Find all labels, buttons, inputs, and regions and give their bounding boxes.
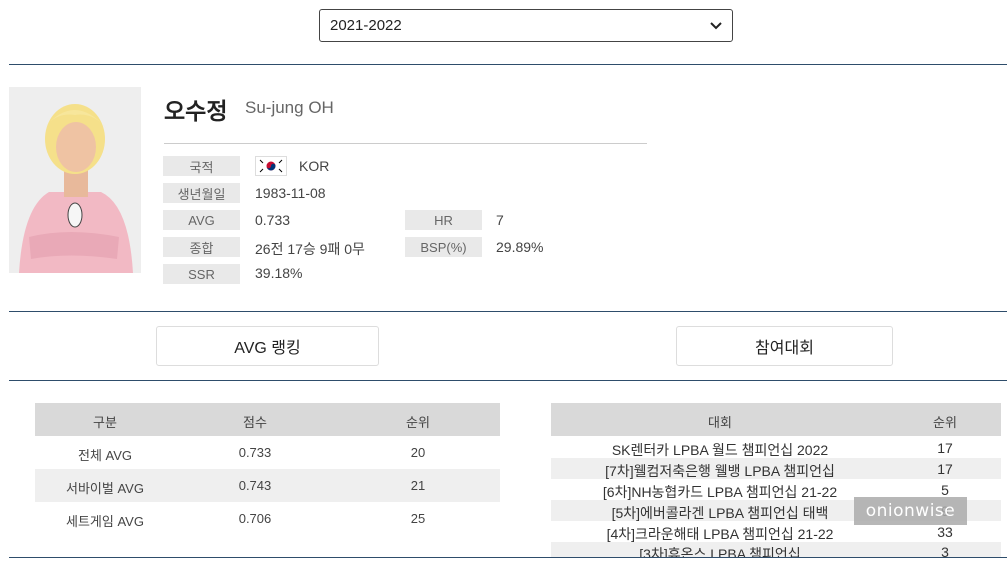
rank-cell: 17 bbox=[937, 461, 953, 477]
rank-cell: 3 bbox=[941, 544, 949, 557]
season-select-value: 2021-2022 bbox=[330, 17, 402, 34]
player-photo bbox=[9, 87, 141, 273]
rank-cell: 33 bbox=[937, 524, 953, 540]
season-select[interactable]: 2021-2022 bbox=[319, 9, 733, 42]
category-cell: 세트게임 AVG bbox=[66, 514, 144, 529]
bsp-label: BSP(%) bbox=[405, 237, 482, 257]
table-row[interactable]: SK렌터카 LPBA 월드 챔피언십 2022 17 bbox=[551, 437, 1001, 458]
table-row: 서바이벌 AVG 0.743 21 bbox=[35, 469, 500, 502]
nationality-value: KOR bbox=[299, 158, 330, 174]
table-row[interactable]: [3차]휴온스 LPBA 챔피언십 3 bbox=[551, 542, 1001, 557]
column-header: 순위 bbox=[406, 415, 430, 430]
divider bbox=[9, 64, 1007, 65]
rank-cell: 21 bbox=[410, 478, 426, 493]
rank-cell: 25 bbox=[410, 511, 426, 526]
column-header: 구분 bbox=[93, 415, 117, 430]
category-cell: 전체 AVG bbox=[77, 448, 133, 463]
watermark-logo: onionwise bbox=[854, 497, 967, 525]
rank-cell: 5 bbox=[941, 482, 949, 498]
hr-value: 7 bbox=[496, 212, 504, 228]
chevron-down-icon bbox=[710, 21, 722, 29]
divider bbox=[9, 380, 1007, 381]
divider bbox=[9, 311, 1007, 312]
bsp-value: 29.89% bbox=[496, 239, 544, 255]
table-header: 대회 순위 bbox=[551, 403, 1001, 436]
name-divider bbox=[164, 143, 647, 144]
birthdate-label: 생년월일 bbox=[163, 183, 240, 203]
tournaments-button[interactable]: 참여대회 bbox=[676, 326, 893, 366]
ssr-label: SSR bbox=[163, 264, 240, 284]
score-cell: 0.743 bbox=[238, 478, 272, 493]
tournament-name-cell: [4차]크라운해태 LPBA 챔피언십 21-22 bbox=[606, 526, 834, 542]
player-name-english: Su-jung OH bbox=[245, 98, 334, 117]
player-name-korean: 오수정 bbox=[164, 98, 228, 124]
rank-cell: 20 bbox=[410, 445, 426, 460]
south-korea-flag-icon bbox=[255, 156, 287, 176]
column-header: 순위 bbox=[933, 415, 957, 430]
hr-label: HR bbox=[405, 210, 482, 230]
score-cell: 0.733 bbox=[238, 445, 272, 460]
birthdate-value: 1983-11-08 bbox=[255, 185, 326, 201]
avg-value: 0.733 bbox=[255, 212, 291, 228]
tournament-name-cell: SK렌터카 LPBA 월드 챔피언십 2022 bbox=[611, 442, 829, 458]
nationality-label: 국적 bbox=[163, 156, 240, 176]
tournament-name-cell: [6차]NH농협카드 LPBA 챔피언십 21-22 bbox=[602, 484, 838, 500]
column-header: 점수 bbox=[243, 415, 267, 430]
table-row[interactable]: [7차]웰컴저축은행 웰뱅 LPBA 챔피언십 17 bbox=[551, 458, 1001, 479]
tournament-name-cell: [7차]웰컴저축은행 웰뱅 LPBA 챔피언십 bbox=[605, 463, 835, 479]
rank-cell: 17 bbox=[937, 440, 953, 456]
tournament-name-cell: [5차]에버콜라겐 LPBA 챔피언십 태백 bbox=[611, 505, 829, 521]
avg-ranking-button[interactable]: AVG 랭킹 bbox=[156, 326, 379, 366]
divider bbox=[9, 557, 1007, 558]
column-header: 대회 bbox=[708, 415, 732, 430]
score-cell: 0.706 bbox=[238, 511, 272, 526]
ssr-value: 39.18% bbox=[255, 265, 303, 281]
record-value: 26전 17승 9패 0무 bbox=[255, 241, 365, 257]
category-cell: 서바이벌 AVG bbox=[66, 481, 144, 496]
record-label: 종합 bbox=[163, 237, 240, 257]
table-header: 구분 점수 순위 bbox=[35, 403, 500, 436]
avg-label: AVG bbox=[163, 210, 240, 230]
tournament-name-cell: [3차]휴온스 LPBA 챔피언십 bbox=[639, 546, 801, 557]
